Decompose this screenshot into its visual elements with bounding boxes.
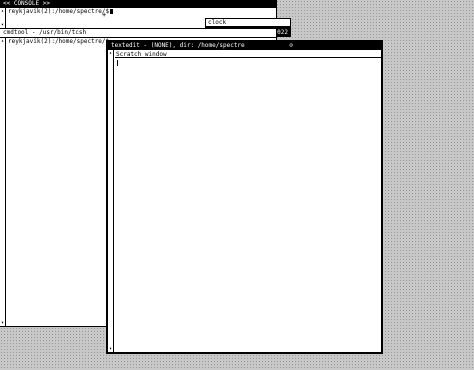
scroll-up-arrow-icon[interactable]: ▴ bbox=[0, 8, 5, 14]
cmdtool-titlebar[interactable]: cmdtool - /usr/bin/tcsh bbox=[0, 29, 276, 38]
textedit-panel: Scratch window bbox=[115, 50, 381, 58]
cmdtool-prompt: reykjavik(2):/home/spectre/$ bbox=[8, 38, 110, 45]
console-titlebar[interactable]: << CONSOLE >> bbox=[0, 0, 276, 8]
textedit-window[interactable]: textedit - (NONE), dir: /home/spectre ⊙ … bbox=[106, 40, 383, 354]
textedit-scrollbar[interactable]: ▴ ▾ bbox=[108, 50, 114, 352]
console-prompt: reykjavik(2):/home/spectre/$ bbox=[8, 8, 110, 15]
textedit-titlebar[interactable]: textedit - (NONE), dir: /home/spectre ⊙ bbox=[108, 42, 381, 50]
text-cursor bbox=[110, 9, 114, 14]
clock-title: clock bbox=[208, 19, 227, 26]
pointer-cursor-icon: + bbox=[102, 11, 107, 19]
textedit-area[interactable]: Scratch window bbox=[115, 50, 381, 352]
console-scrollbar[interactable]: ▴ ▾ bbox=[0, 8, 6, 28]
scratch-window-label: Scratch window bbox=[116, 51, 167, 58]
console-title: << CONSOLE >> bbox=[3, 0, 50, 7]
clock-titlebar[interactable]: clock bbox=[206, 19, 290, 26]
close-icon[interactable]: ⊙ bbox=[289, 42, 293, 50]
cmdtool-title: cmdtool - /usr/bin/tcsh bbox=[3, 29, 87, 36]
clock-time: 022 bbox=[277, 29, 288, 36]
text-cursor bbox=[117, 59, 118, 66]
textedit-title: textedit - (NONE), dir: /home/spectre bbox=[111, 42, 245, 49]
scroll-up-arrow-icon[interactable]: ▴ bbox=[0, 38, 5, 44]
cmdtool-scrollbar[interactable]: ▴ ▾ bbox=[0, 38, 6, 326]
scroll-down-arrow-icon[interactable]: ▾ bbox=[108, 346, 113, 352]
scroll-down-arrow-icon[interactable]: ▾ bbox=[0, 320, 5, 326]
scroll-up-arrow-icon[interactable]: ▴ bbox=[108, 50, 113, 56]
